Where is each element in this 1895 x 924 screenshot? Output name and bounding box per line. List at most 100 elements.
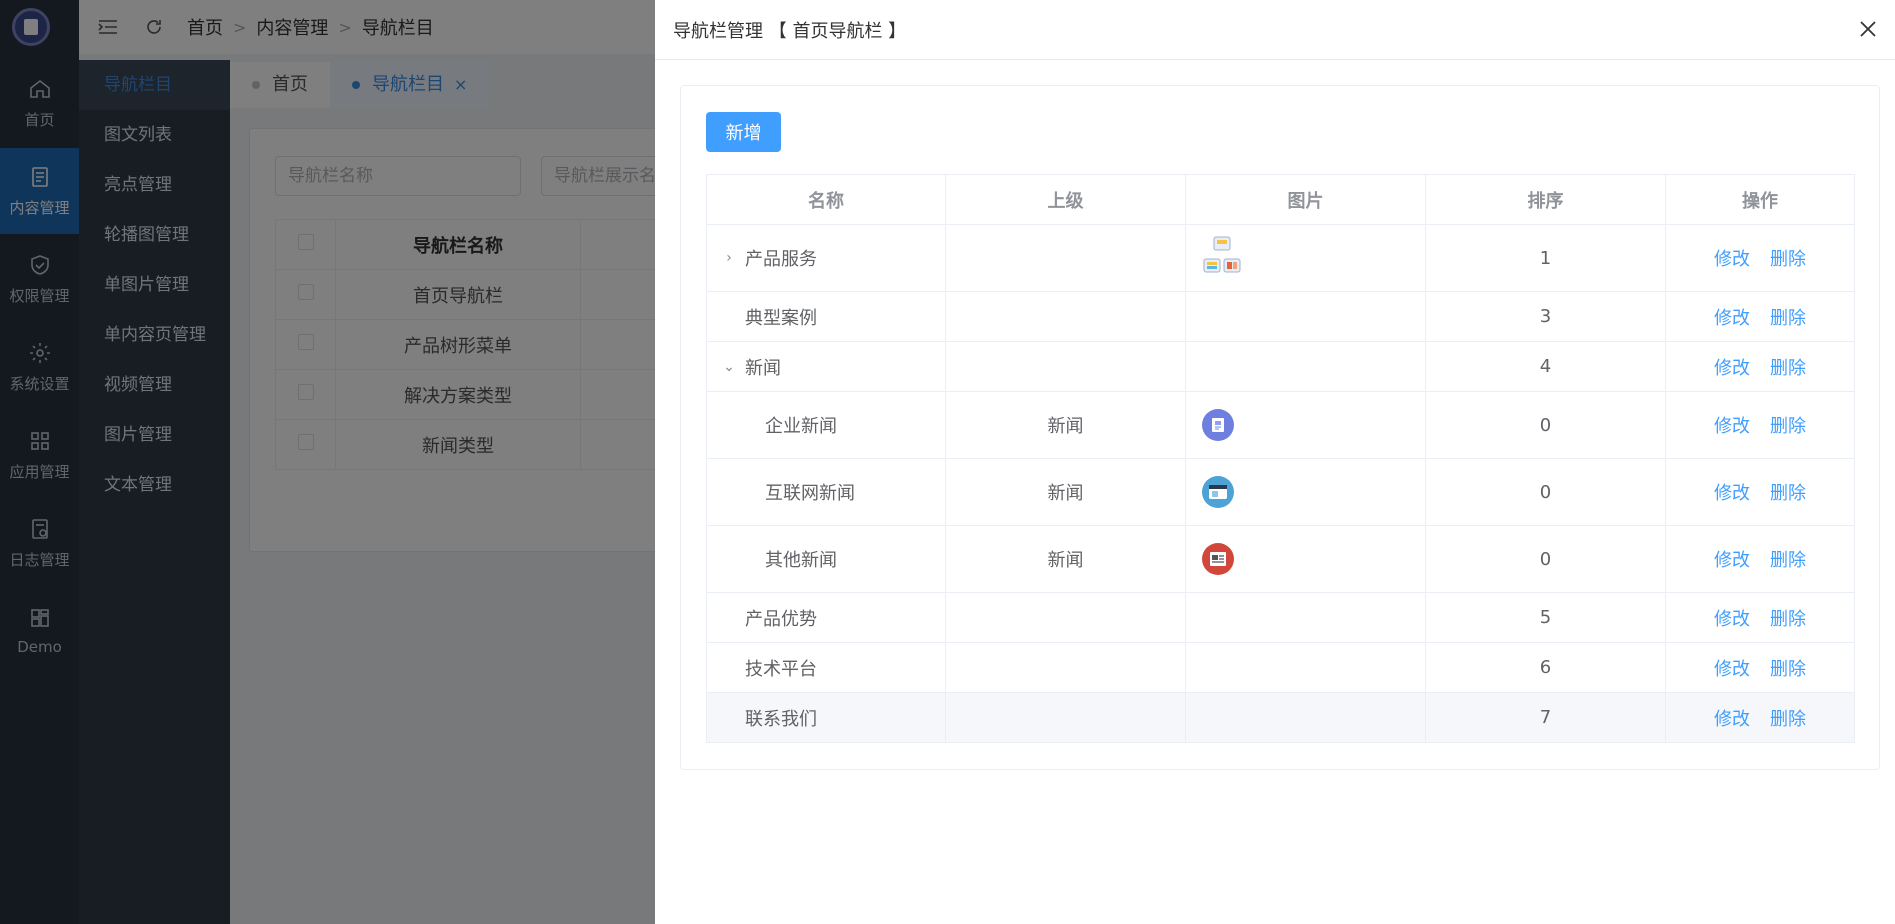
parent-cell: 新闻 xyxy=(945,525,1186,593)
delete-link[interactable]: 删除 xyxy=(1770,609,1806,630)
actions-cell: 修改 删除 xyxy=(1665,391,1855,459)
table-row: 联系我们 7 修改 删除 xyxy=(706,692,1855,743)
edit-link[interactable]: 修改 xyxy=(1714,709,1750,730)
column-header-sort: 排序 xyxy=(1425,174,1666,225)
enterprise-news-icon[interactable] xyxy=(1202,409,1234,441)
image-cell xyxy=(1185,391,1426,459)
sort-cell: 1 xyxy=(1425,224,1666,292)
actions-cell: 修改 删除 xyxy=(1665,224,1855,292)
name-cell: 联系我们 xyxy=(706,692,946,743)
name-cell: 产品优势 xyxy=(706,592,946,643)
internet-news-icon[interactable] xyxy=(1202,476,1234,508)
actions-cell: 修改 删除 xyxy=(1665,592,1855,643)
row-name: 联系我们 xyxy=(745,708,817,730)
name-cell: ⌄ 新闻 xyxy=(706,341,946,392)
sort-cell: 6 xyxy=(1425,642,1666,693)
actions-cell: 修改 删除 xyxy=(1665,525,1855,593)
parent-cell xyxy=(945,341,1186,392)
column-header-parent: 上级 xyxy=(945,174,1186,225)
edit-link[interactable]: 修改 xyxy=(1714,416,1750,437)
drawer-header: 导航栏管理 【 首页导航栏 】 xyxy=(655,0,1895,60)
other-news-icon[interactable] xyxy=(1202,543,1234,575)
actions-cell: 修改 删除 xyxy=(1665,458,1855,526)
parent-cell xyxy=(945,592,1186,643)
parent-cell xyxy=(945,642,1186,693)
table-row: 企业新闻 新闻 0 修改 删除 xyxy=(706,391,1855,459)
image-cell xyxy=(1185,224,1426,292)
sort-cell: 7 xyxy=(1425,692,1666,743)
row-name: 典型案例 xyxy=(745,307,817,329)
edit-link[interactable]: 修改 xyxy=(1714,308,1750,329)
actions-cell: 修改 删除 xyxy=(1665,341,1855,392)
edit-link[interactable]: 修改 xyxy=(1714,609,1750,630)
image-cell xyxy=(1185,341,1426,392)
delete-link[interactable]: 删除 xyxy=(1770,709,1806,730)
image-cell xyxy=(1185,642,1426,693)
delete-link[interactable]: 删除 xyxy=(1770,550,1806,571)
edit-link[interactable]: 修改 xyxy=(1714,249,1750,270)
sort-cell: 5 xyxy=(1425,592,1666,643)
add-button[interactable]: 新增 xyxy=(706,112,781,152)
table-row: 其他新闻 新闻 0 修改 删除 xyxy=(706,525,1855,593)
collapse-arrow-icon[interactable]: ⌄ xyxy=(719,359,739,375)
delete-link[interactable]: 删除 xyxy=(1770,308,1806,329)
edit-link[interactable]: 修改 xyxy=(1714,483,1750,504)
name-cell: 其他新闻 xyxy=(706,525,946,593)
drawer-panel: 新增 名称 上级 图片 排序 操作 › 产品服务 1 修改 删除 典型案例 3 … xyxy=(680,85,1880,770)
table-row: ⌄ 新闻 4 修改 删除 xyxy=(706,341,1855,392)
row-name: 产品服务 xyxy=(745,249,817,270)
image-cell xyxy=(1185,692,1426,743)
parent-cell xyxy=(945,692,1186,743)
column-header-name: 名称 xyxy=(706,174,946,225)
name-cell: › 产品服务 xyxy=(706,224,946,292)
image-cell xyxy=(1185,291,1426,342)
row-name: 其他新闻 xyxy=(765,550,837,571)
delete-link[interactable]: 删除 xyxy=(1770,659,1806,680)
table-header-row: 名称 上级 图片 排序 操作 xyxy=(706,174,1855,225)
image-cell xyxy=(1185,592,1426,643)
delete-link[interactable]: 删除 xyxy=(1770,416,1806,437)
product-service-icon[interactable] xyxy=(1202,235,1242,277)
sort-cell: 0 xyxy=(1425,391,1666,459)
name-cell: 典型案例 xyxy=(706,291,946,342)
name-cell: 互联网新闻 xyxy=(706,458,946,526)
drawer-title: 导航栏管理 【 首页导航栏 】 xyxy=(673,20,907,42)
sort-cell: 0 xyxy=(1425,458,1666,526)
table-row: 技术平台 6 修改 删除 xyxy=(706,642,1855,693)
image-cell xyxy=(1185,458,1426,526)
nav-tree-table: 名称 上级 图片 排序 操作 › 产品服务 1 修改 删除 典型案例 3 修改 … xyxy=(706,174,1855,743)
table-row: 互联网新闻 新闻 0 修改 删除 xyxy=(706,458,1855,526)
image-cell xyxy=(1185,525,1426,593)
actions-cell: 修改 删除 xyxy=(1665,642,1855,693)
column-header-image: 图片 xyxy=(1185,174,1426,225)
parent-cell xyxy=(945,291,1186,342)
parent-cell: 新闻 xyxy=(945,458,1186,526)
edit-link[interactable]: 修改 xyxy=(1714,358,1750,379)
edit-link[interactable]: 修改 xyxy=(1714,550,1750,571)
delete-link[interactable]: 删除 xyxy=(1770,483,1806,504)
nav-manage-drawer: 导航栏管理 【 首页导航栏 】 新增 名称 上级 图片 排序 操作 › 产品服务 xyxy=(655,0,1895,924)
row-name: 技术平台 xyxy=(745,658,817,680)
table-row: 产品优势 5 修改 删除 xyxy=(706,592,1855,643)
expand-arrow-icon[interactable]: › xyxy=(719,250,739,266)
parent-cell xyxy=(945,224,1186,292)
actions-cell: 修改 删除 xyxy=(1665,692,1855,743)
sort-cell: 4 xyxy=(1425,341,1666,392)
delete-link[interactable]: 删除 xyxy=(1770,358,1806,379)
row-name: 互联网新闻 xyxy=(765,483,855,504)
row-name: 企业新闻 xyxy=(765,416,837,437)
row-name: 产品优势 xyxy=(745,608,817,630)
edit-link[interactable]: 修改 xyxy=(1714,659,1750,680)
name-cell: 技术平台 xyxy=(706,642,946,693)
sort-cell: 3 xyxy=(1425,291,1666,342)
table-row: 典型案例 3 修改 删除 xyxy=(706,291,1855,342)
table-row: › 产品服务 1 修改 删除 xyxy=(706,224,1855,292)
column-header-actions: 操作 xyxy=(1665,174,1855,225)
close-icon[interactable] xyxy=(1853,14,1883,44)
name-cell: 企业新闻 xyxy=(706,391,946,459)
sort-cell: 0 xyxy=(1425,525,1666,593)
parent-cell: 新闻 xyxy=(945,391,1186,459)
row-name: 新闻 xyxy=(745,357,781,379)
delete-link[interactable]: 删除 xyxy=(1770,249,1806,270)
actions-cell: 修改 删除 xyxy=(1665,291,1855,342)
